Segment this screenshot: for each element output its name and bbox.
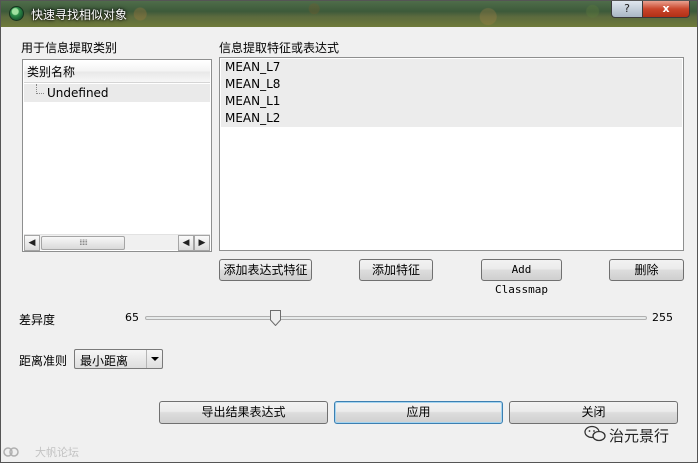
tree-item-label: Undefined — [47, 86, 109, 100]
list-item[interactable]: MEAN_L2 — [221, 110, 682, 127]
difference-label: 差异度 — [19, 313, 56, 327]
dialog-window: 快速寻找相似对象 ? x 用于信息提取类别 类别名称 Undefined ◀ ⁞… — [0, 0, 698, 463]
slider-min-value: 65 — [125, 311, 139, 324]
forum-logo-icon — [3, 447, 19, 457]
feature-section-label: 信息提取特征或表达式 — [219, 41, 340, 55]
horizontal-scrollbar[interactable]: ◀ ⁞⁞⁞⁞⁞ ◀ ▶ — [24, 234, 210, 251]
tree-item-undefined[interactable]: Undefined — [24, 84, 210, 102]
tree-branch-line — [36, 84, 44, 94]
apply-button[interactable]: 应用 — [334, 401, 503, 424]
app-globe-icon — [9, 6, 24, 21]
category-section-label: 用于信息提取类别 — [21, 41, 118, 55]
difference-slider-thumb[interactable] — [270, 310, 281, 326]
chevron-down-icon[interactable] — [146, 350, 162, 368]
scroll-left-arrow-icon[interactable]: ◀ — [178, 235, 194, 251]
export-expression-button[interactable]: 导出结果表达式 — [159, 401, 328, 424]
slider-max-value: 255 — [652, 311, 673, 324]
watermark-right: 治元景行 — [581, 422, 697, 448]
wechat-icon — [584, 425, 606, 442]
feature-list[interactable]: MEAN_L7 MEAN_L8 MEAN_L1 MEAN_L2 — [219, 57, 684, 251]
list-item[interactable]: MEAN_L7 — [221, 59, 682, 76]
watermark-right-text: 治元景行 — [609, 427, 670, 445]
title-bar[interactable]: 快速寻找相似对象 ? x — [1, 1, 697, 27]
add-classmap-button[interactable]: Add Classmap — [481, 259, 562, 296]
scroll-left-arrow-icon[interactable]: ◀ — [24, 235, 40, 251]
delete-button[interactable]: 删除 — [609, 259, 684, 281]
help-button[interactable]: ? — [611, 1, 643, 18]
close-window-button[interactable]: x — [642, 1, 690, 18]
list-item[interactable]: MEAN_L8 — [221, 76, 682, 93]
window-title: 快速寻找相似对象 — [31, 8, 128, 22]
category-column-header[interactable]: 类别名称 — [24, 61, 210, 83]
watermark-left: 大帆论坛 — [1, 441, 101, 463]
add-feature-button[interactable]: 添加特征 — [359, 259, 433, 281]
distance-select[interactable]: 最小距离 — [74, 349, 163, 369]
list-item[interactable]: MEAN_L1 — [221, 93, 682, 110]
close-button[interactable]: 关闭 — [509, 401, 678, 424]
watermark-left-text: 大帆论坛 — [35, 446, 79, 459]
scroll-thumb[interactable]: ⁞⁞⁞⁞⁞ — [41, 236, 125, 250]
difference-slider-track[interactable] — [145, 316, 647, 320]
distance-select-value: 最小距离 — [80, 354, 129, 368]
category-tree[interactable]: 类别名称 Undefined ◀ ⁞⁞⁞⁞⁞ ◀ ▶ — [22, 59, 212, 252]
scroll-right-arrow-icon[interactable]: ▶ — [194, 235, 210, 251]
add-expression-button[interactable]: 添加表达式特征 — [219, 259, 312, 281]
distance-label: 距离准则 — [19, 354, 68, 368]
